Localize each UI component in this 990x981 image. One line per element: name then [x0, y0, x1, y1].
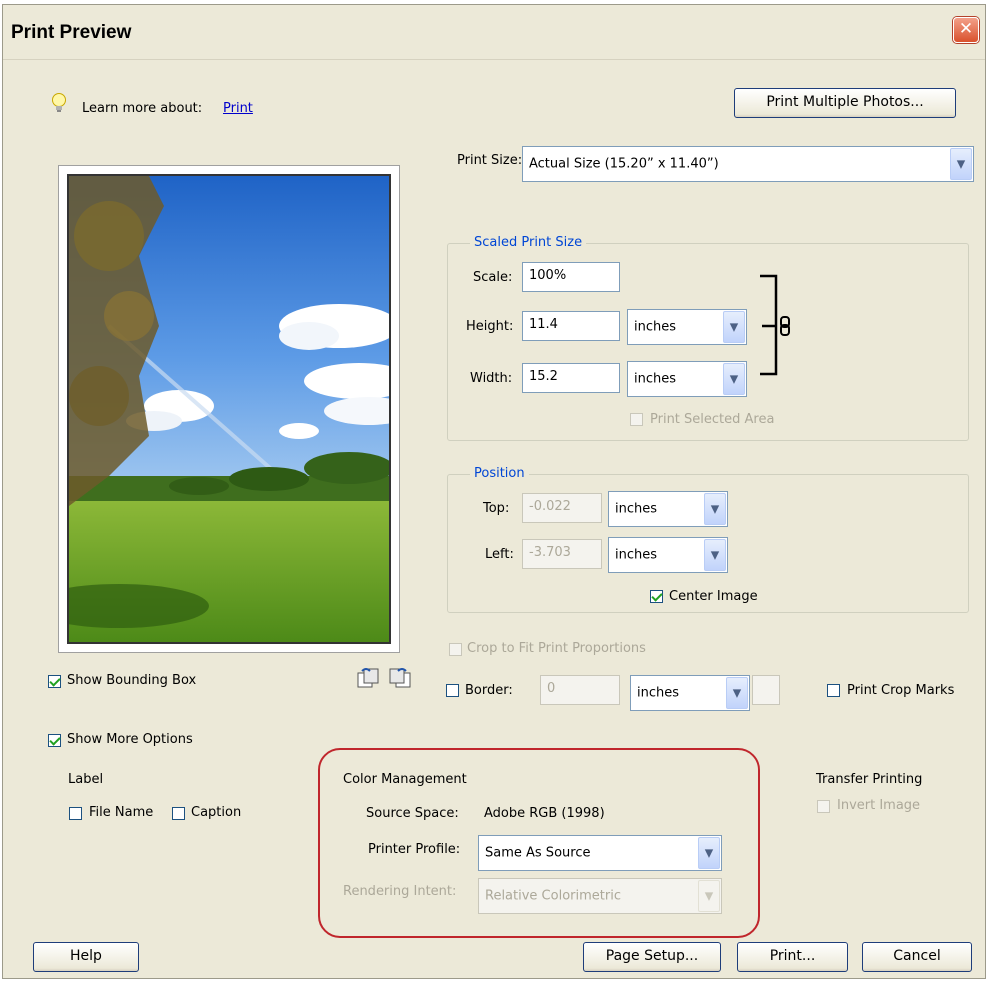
transfer-printing-heading: Transfer Printing: [816, 772, 923, 787]
learn-more-label: Learn more about:: [82, 101, 203, 116]
printer-profile-value: Same As Source: [485, 845, 591, 861]
print-crop-marks-label: Print Crop Marks: [847, 683, 955, 698]
height-unit-value: inches: [634, 319, 677, 335]
width-unit-value: inches: [634, 371, 677, 387]
label-section-heading: Label: [68, 772, 104, 787]
lightbulb-icon: [52, 93, 66, 112]
print-crop-marks-checkbox[interactable]: [827, 684, 840, 697]
chevron-down-icon[interactable]: ▼: [698, 837, 720, 869]
chevron-down-icon[interactable]: ▼: [726, 677, 748, 709]
source-space-label: Source Space:: [366, 806, 459, 821]
border-color-swatch[interactable]: [752, 675, 780, 705]
invert-image-checkbox[interactable]: [817, 800, 830, 813]
scale-input[interactable]: 100%: [522, 262, 620, 292]
left-input[interactable]: -3.703: [522, 539, 602, 569]
show-bounding-box-checkbox[interactable]: [48, 675, 61, 688]
scale-label: Scale:: [473, 270, 513, 285]
window-title: Print Preview: [11, 22, 132, 43]
rotate-right-icon[interactable]: [388, 667, 412, 689]
close-icon[interactable]: ✕: [953, 17, 979, 43]
printer-profile-label: Printer Profile:: [368, 842, 461, 857]
chevron-down-icon[interactable]: ▼: [698, 880, 720, 912]
border-width-input[interactable]: 0: [540, 675, 620, 705]
chevron-down-icon[interactable]: ▼: [950, 148, 972, 180]
cancel-button[interactable]: Cancel: [862, 942, 972, 972]
chevron-down-icon[interactable]: ▼: [704, 493, 726, 525]
landscape-image: [69, 176, 389, 642]
width-input[interactable]: 15.2: [522, 363, 620, 393]
position-legend: Position: [470, 466, 529, 481]
print-size-label: Print Size:: [457, 153, 523, 168]
print-size-select[interactable]: Actual Size (15.20” x 11.40”) ▼: [522, 146, 974, 182]
constrain-proportions-link-icon[interactable]: [750, 274, 810, 378]
caption-label: Caption: [191, 805, 242, 820]
width-label: Width:: [470, 371, 513, 386]
source-space-value: Adobe RGB (1998): [484, 806, 605, 821]
center-image-checkbox[interactable]: [650, 590, 663, 603]
print-button[interactable]: Print...: [737, 942, 848, 972]
left-unit-select[interactable]: inches ▼: [608, 537, 728, 573]
border-label: Border:: [465, 683, 513, 698]
crop-to-fit-label: Crop to Fit Print Proportions: [467, 641, 646, 656]
caption-checkbox[interactable]: [172, 807, 185, 820]
show-more-options-checkbox[interactable]: [48, 734, 61, 747]
photo-preview: [67, 174, 391, 644]
height-unit-select[interactable]: inches ▼: [627, 309, 747, 345]
page-setup-button[interactable]: Page Setup...: [583, 942, 721, 972]
printer-profile-select[interactable]: Same As Source ▼: [478, 835, 722, 871]
chevron-down-icon[interactable]: ▼: [723, 363, 745, 395]
top-unit-select[interactable]: inches ▼: [608, 491, 728, 527]
chevron-down-icon[interactable]: ▼: [723, 311, 745, 343]
file-name-label: File Name: [89, 805, 154, 820]
print-selected-area-label: Print Selected Area: [650, 412, 775, 427]
print-multiple-photos-button[interactable]: Print Multiple Photos...: [734, 88, 956, 118]
show-bounding-box-label: Show Bounding Box: [67, 673, 197, 688]
border-checkbox[interactable]: [446, 684, 459, 697]
learn-more-print-link[interactable]: Print: [223, 101, 253, 116]
scaled-print-size-legend: Scaled Print Size: [470, 235, 587, 250]
border-unit-select[interactable]: inches ▼: [630, 675, 750, 711]
rendering-intent-label: Rendering Intent:: [343, 884, 457, 899]
file-name-checkbox[interactable]: [69, 807, 82, 820]
center-image-label: Center Image: [669, 589, 758, 604]
preview-frame: [58, 165, 400, 653]
crop-to-fit-checkbox[interactable]: [449, 643, 462, 656]
rendering-intent-select[interactable]: Relative Colorimetric ▼: [478, 878, 722, 914]
border-unit-value: inches: [637, 685, 680, 701]
height-label: Height:: [466, 319, 514, 334]
top-label: Top:: [483, 501, 510, 516]
top-unit-value: inches: [615, 501, 658, 517]
color-management-heading: Color Management: [343, 772, 467, 787]
chevron-down-icon[interactable]: ▼: [704, 539, 726, 571]
help-button[interactable]: Help: [33, 942, 139, 972]
show-more-options-label: Show More Options: [67, 732, 193, 747]
width-unit-select[interactable]: inches ▼: [627, 361, 747, 397]
rendering-intent-value: Relative Colorimetric: [485, 888, 621, 904]
top-input[interactable]: -0.022: [522, 493, 602, 523]
print-selected-area-checkbox[interactable]: [630, 413, 643, 426]
print-size-value: Actual Size (15.20” x 11.40”): [529, 156, 719, 172]
height-input[interactable]: 11.4: [522, 311, 620, 341]
left-label: Left:: [485, 547, 514, 562]
rotate-left-icon[interactable]: [356, 667, 380, 689]
left-unit-value: inches: [615, 547, 658, 563]
invert-image-label: Invert Image: [837, 798, 921, 813]
title-bar: Print Preview ✕: [3, 5, 985, 60]
